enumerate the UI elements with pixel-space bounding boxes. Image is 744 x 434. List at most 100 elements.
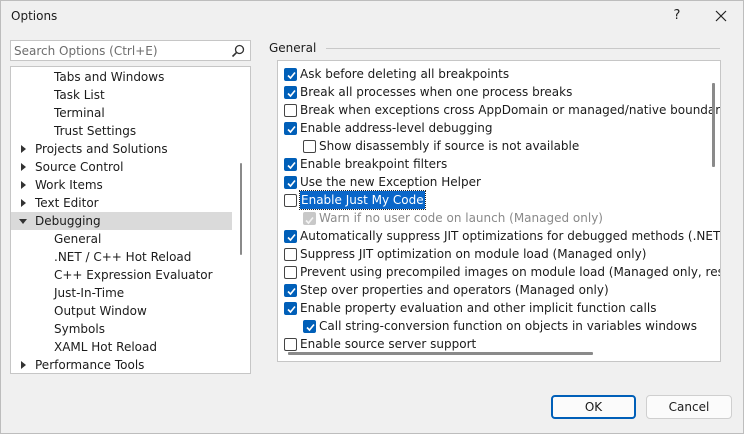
window-title: Options: [11, 9, 58, 23]
option-checkbox[interactable]: [284, 158, 297, 171]
option-label: Warn if no user code on launch (Managed …: [319, 211, 603, 225]
tree-item[interactable]: Text Editor: [11, 194, 232, 212]
tree-item[interactable]: Task List: [11, 86, 232, 104]
option-row[interactable]: Enable breakpoint filters: [278, 155, 710, 173]
option-row[interactable]: Break when exceptions cross AppDomain or…: [278, 101, 720, 119]
option-row[interactable]: Prevent using precompiled images on modu…: [278, 263, 720, 281]
tree-item-label: Text Editor: [35, 196, 99, 210]
option-label: Automatically suppress JIT optimizations…: [300, 229, 721, 243]
tree-item[interactable]: Work Items: [11, 176, 232, 194]
option-label: Enable property evaluation and other imp…: [300, 301, 657, 315]
tree-item-label: Output Window: [54, 304, 147, 318]
search-icon[interactable]: [231, 42, 247, 59]
option-checkbox[interactable]: [284, 266, 297, 279]
option-row[interactable]: Use the new Exception Helper: [278, 173, 710, 191]
close-button[interactable]: [706, 4, 736, 28]
option-checkbox[interactable]: [284, 68, 297, 81]
tree-item-label: Just-In-Time: [54, 286, 125, 300]
chevron-down-icon[interactable]: [19, 219, 27, 224]
title-bar: Options ?: [1, 1, 743, 32]
option-row[interactable]: Automatically suppress JIT optimizations…: [278, 227, 720, 245]
checkmark-icon: [287, 125, 296, 134]
tree-item[interactable]: Just-In-Time: [11, 284, 232, 302]
option-label: Break when exceptions cross AppDomain or…: [300, 103, 721, 117]
tree-item-label: XAML Hot Reload: [54, 340, 157, 354]
option-row[interactable]: Call string-conversion function on objec…: [278, 317, 710, 335]
option-checkbox[interactable]: [284, 122, 297, 135]
tree-item[interactable]: Source Control: [11, 158, 232, 176]
options-tree[interactable]: Performance Tools XAML Hot Reload Symbols O…: [10, 66, 251, 374]
tree-item[interactable]: Performance Tools: [11, 356, 232, 373]
option-row[interactable]: Step over properties and operators (Mana…: [278, 281, 710, 299]
tree-item-label: General: [54, 232, 102, 246]
chevron-right-icon[interactable]: [21, 361, 26, 369]
tree-item[interactable]: Projects and Solutions: [11, 140, 232, 158]
tree-scrollbar[interactable]: [240, 163, 242, 255]
tree-item[interactable]: Output Window: [11, 302, 232, 320]
option-row[interactable]: Enable address-level debugging: [278, 119, 710, 137]
checkmark-icon: [287, 89, 296, 98]
tree-item[interactable]: General: [11, 230, 232, 248]
tree-item-label: Projects and Solutions: [35, 142, 168, 156]
checkmark-icon: [287, 305, 296, 314]
tree-item[interactable]: Tabs and Windows: [11, 68, 232, 86]
option-checkbox[interactable]: [284, 86, 297, 99]
option-checkbox[interactable]: [284, 284, 297, 297]
option-checkbox[interactable]: [284, 104, 297, 117]
option-row[interactable]: Enable source server support: [278, 335, 710, 353]
options-horizontal-scrollbar[interactable]: [288, 352, 593, 355]
chevron-right-icon[interactable]: [21, 181, 26, 189]
option-checkbox: [303, 212, 316, 225]
checkmark-icon: [287, 179, 296, 188]
checkmark-icon: [306, 323, 315, 332]
tree-item[interactable]: Debugging: [11, 212, 232, 230]
options-list[interactable]: Enable source server support Call string-…: [277, 60, 721, 362]
option-checkbox[interactable]: [284, 338, 297, 351]
tree-item[interactable]: Terminal: [11, 104, 232, 122]
option-checkbox[interactable]: [284, 230, 297, 243]
tree-item-label: Debugging: [35, 214, 101, 228]
options-dialog: Options ? Performance Tools XAML Hot Relo…: [0, 0, 744, 434]
search-input[interactable]: [14, 42, 226, 59]
tree-item-label: Source Control: [35, 160, 124, 174]
option-checkbox[interactable]: [284, 248, 297, 261]
option-row[interactable]: Enable property evaluation and other imp…: [278, 299, 710, 317]
option-checkbox[interactable]: [284, 194, 297, 207]
tree-item[interactable]: C++ Expression Evaluator: [11, 266, 232, 284]
search-box[interactable]: [10, 40, 251, 61]
cancel-button[interactable]: Cancel: [646, 395, 732, 419]
option-row[interactable]: Break all processes when one process bre…: [278, 83, 710, 101]
option-label: Call string-conversion function on objec…: [319, 319, 697, 333]
option-checkbox[interactable]: [284, 302, 297, 315]
chevron-right-icon[interactable]: [21, 145, 26, 153]
tree-item-label: Trust Settings: [54, 124, 137, 138]
checkmark-icon: [287, 233, 296, 242]
tree-item-label: Task List: [54, 88, 105, 102]
option-row[interactable]: Show disassembly if source is not availa…: [278, 137, 710, 155]
help-button[interactable]: ?: [665, 4, 689, 28]
tree-item[interactable]: Symbols: [11, 320, 232, 338]
option-row[interactable]: Suppress JIT optimization on module load…: [278, 245, 710, 263]
tree-item-label: .NET / C++ Hot Reload: [54, 250, 192, 264]
tree-item-label: Performance Tools: [35, 358, 145, 372]
option-row[interactable]: Enable Just My Code: [278, 190, 710, 210]
option-label: Enable Just My Code: [299, 190, 426, 210]
options-vertical-scrollbar[interactable]: [712, 83, 715, 167]
option-label: Use the new Exception Helper: [300, 175, 481, 189]
option-checkbox[interactable]: [284, 176, 297, 189]
ok-button[interactable]: OK: [551, 395, 636, 419]
tree-item[interactable]: XAML Hot Reload: [11, 338, 232, 356]
option-row: Warn if no user code on launch (Managed …: [278, 209, 710, 227]
tree-item[interactable]: .NET / C++ Hot Reload: [11, 248, 232, 266]
chevron-right-icon[interactable]: [21, 199, 26, 207]
close-icon: [715, 10, 727, 22]
option-checkbox[interactable]: [303, 140, 316, 153]
option-label: Enable address-level debugging: [300, 121, 493, 135]
checkmark-icon: [287, 71, 296, 80]
option-row[interactable]: Ask before deleting all breakpoints: [278, 65, 710, 83]
option-checkbox[interactable]: [303, 320, 316, 333]
checkmark-icon: [305, 216, 314, 225]
section-title: General: [269, 41, 317, 55]
chevron-right-icon[interactable]: [21, 163, 26, 171]
tree-item[interactable]: Trust Settings: [11, 122, 232, 140]
